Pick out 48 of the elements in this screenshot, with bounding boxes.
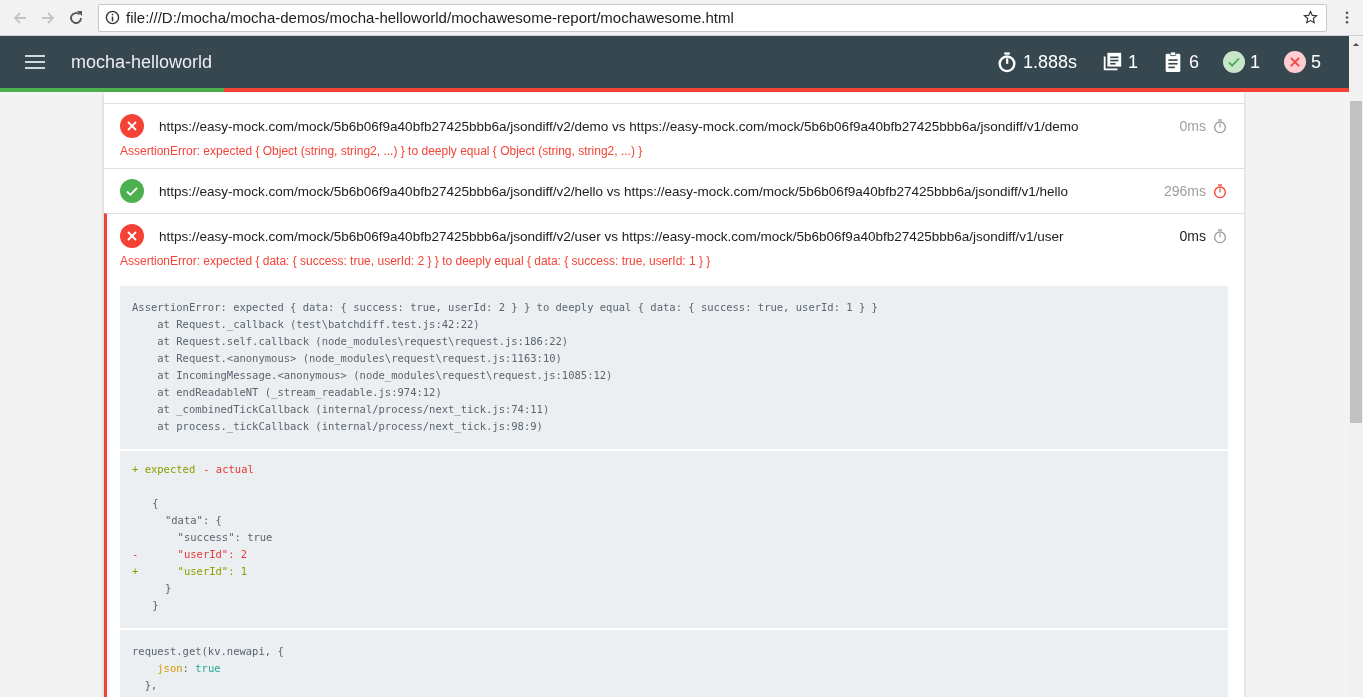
diff-line: }: [163, 581, 172, 596]
passed-check-icon: [1222, 51, 1245, 73]
diff-sign: +: [132, 564, 140, 579]
total-duration: 1.888s: [1022, 51, 1077, 73]
address-bar[interactable]: file:///D:/mocha/mocha-demos/mocha-helloworld/mochawesome-report/mochawesome.html: [98, 3, 1327, 32]
diff-legend-actual: - actual: [203, 462, 254, 477]
error-message: AssertionError: expected { data: { success: true, userId: 2 } } to deeply equal { data: { success: true, userId: 1 } }: [120, 254, 712, 270]
test-duration: 0ms: [1179, 228, 1206, 244]
test-title: https://easy-mock.com/mock/5b6b06f9a40bfb27425bbb6a/jsondiff/v2/user vs https://easy-mock.com/mock/5b6b06f9a40bfb27425bbb6a/jsondiff/v1/user: [159, 228, 1065, 244]
code-line: request.get(kv.newapi, {: [132, 644, 285, 659]
report-title: mocha-helloworld: [71, 51, 213, 73]
diff-line: "data": {: [163, 513, 222, 528]
test-duration: 296ms: [1163, 183, 1206, 199]
diff-sign: -: [132, 547, 140, 562]
diff-line: "userId": 1: [176, 564, 248, 579]
reload-icon[interactable]: [68, 9, 84, 26]
failed-cross-icon: [1284, 51, 1306, 73]
url-text: file:///D:/mocha/mocha-demos/mocha-helloworld/mochawesome-report/mochawesome.html: [126, 9, 734, 26]
star-icon[interactable]: [1303, 10, 1318, 25]
passes-count: 1: [1249, 51, 1260, 73]
test-title: https://easy-mock.com/mock/5b6b06f9a40bfb27425bbb6a/jsondiff/v2/hello vs https://easy-mock.com/mock/5b6b06f9a40bfb27425bbb6a/jsondiff/v1/hello: [159, 183, 1070, 199]
stack-trace-line: at IncomingMessage.<anonymous> (node_modules\request\request.js:1085:12): [156, 368, 614, 384]
test-row[interactable]: https://easy-mock.com/mock/5b6b06f9a40bfb27425bbb6a/jsondiff/v2/hello vs https://easy-mock.com/mock/5b6b06f9a40bfb27425bbb6a/jsondiff/v1/hello 296ms: [104, 168, 1244, 213]
code-line: json: true: [156, 661, 222, 676]
scroll-up-arrow-icon[interactable]: [1352, 42, 1360, 47]
diff-line: "userId": 2: [176, 547, 248, 562]
stack-trace-line: at Request._callback (test\batchdiff.test.js:42:22): [156, 317, 481, 333]
more-menu-icon[interactable]: [1345, 10, 1349, 25]
stack-trace-line: at process._tickCallback (internal/process/next_tick.js:98:9): [156, 419, 544, 435]
tests-count: 6: [1188, 51, 1199, 73]
suites-count: 1: [1127, 51, 1138, 73]
code-line: },: [143, 678, 159, 693]
diff-line: {: [151, 496, 159, 511]
menu-icon[interactable]: [25, 55, 45, 69]
error-message: AssertionError: expected { Object (string, string2, ...) } to deeply equal { Object (string, string2, ...) }: [120, 144, 644, 160]
stack-trace-line: at _combinedTickCallback (internal/process/next_tick.js:74:11): [156, 402, 551, 418]
stack-trace-line: at Request.<anonymous> (node_modules\request\request.js:1163:10): [156, 351, 563, 367]
scrollbar[interactable]: [1349, 36, 1363, 697]
stack-trace-line: AssertionError: expected { data: { success: true, userId: 2 } } to deeply equal { data: { success: true, userId: 1 } }: [132, 300, 879, 315]
stack-trace-line: at endReadableNT (_stream_readable.js:974:12): [156, 385, 443, 401]
test-duration: 0ms: [1179, 118, 1206, 134]
failures-count: 5: [1311, 51, 1321, 73]
stack-trace-line: at Request.self.callback (node_modules\request\request.js:186:22): [156, 334, 570, 350]
test-title: https://easy-mock.com/mock/5b6b06f9a40bfb27425bbb6a/jsondiff/v2/demo vs https://easy-mock.com/mock/5b6b06f9a40bfb27425bbb6a/jsondiff/v1/demo: [159, 118, 1080, 134]
info-icon[interactable]: [105, 10, 120, 25]
diff-line: }: [151, 598, 159, 613]
diff-legend-expected: + expected: [132, 462, 196, 477]
diff-line: "success": true: [176, 530, 273, 545]
